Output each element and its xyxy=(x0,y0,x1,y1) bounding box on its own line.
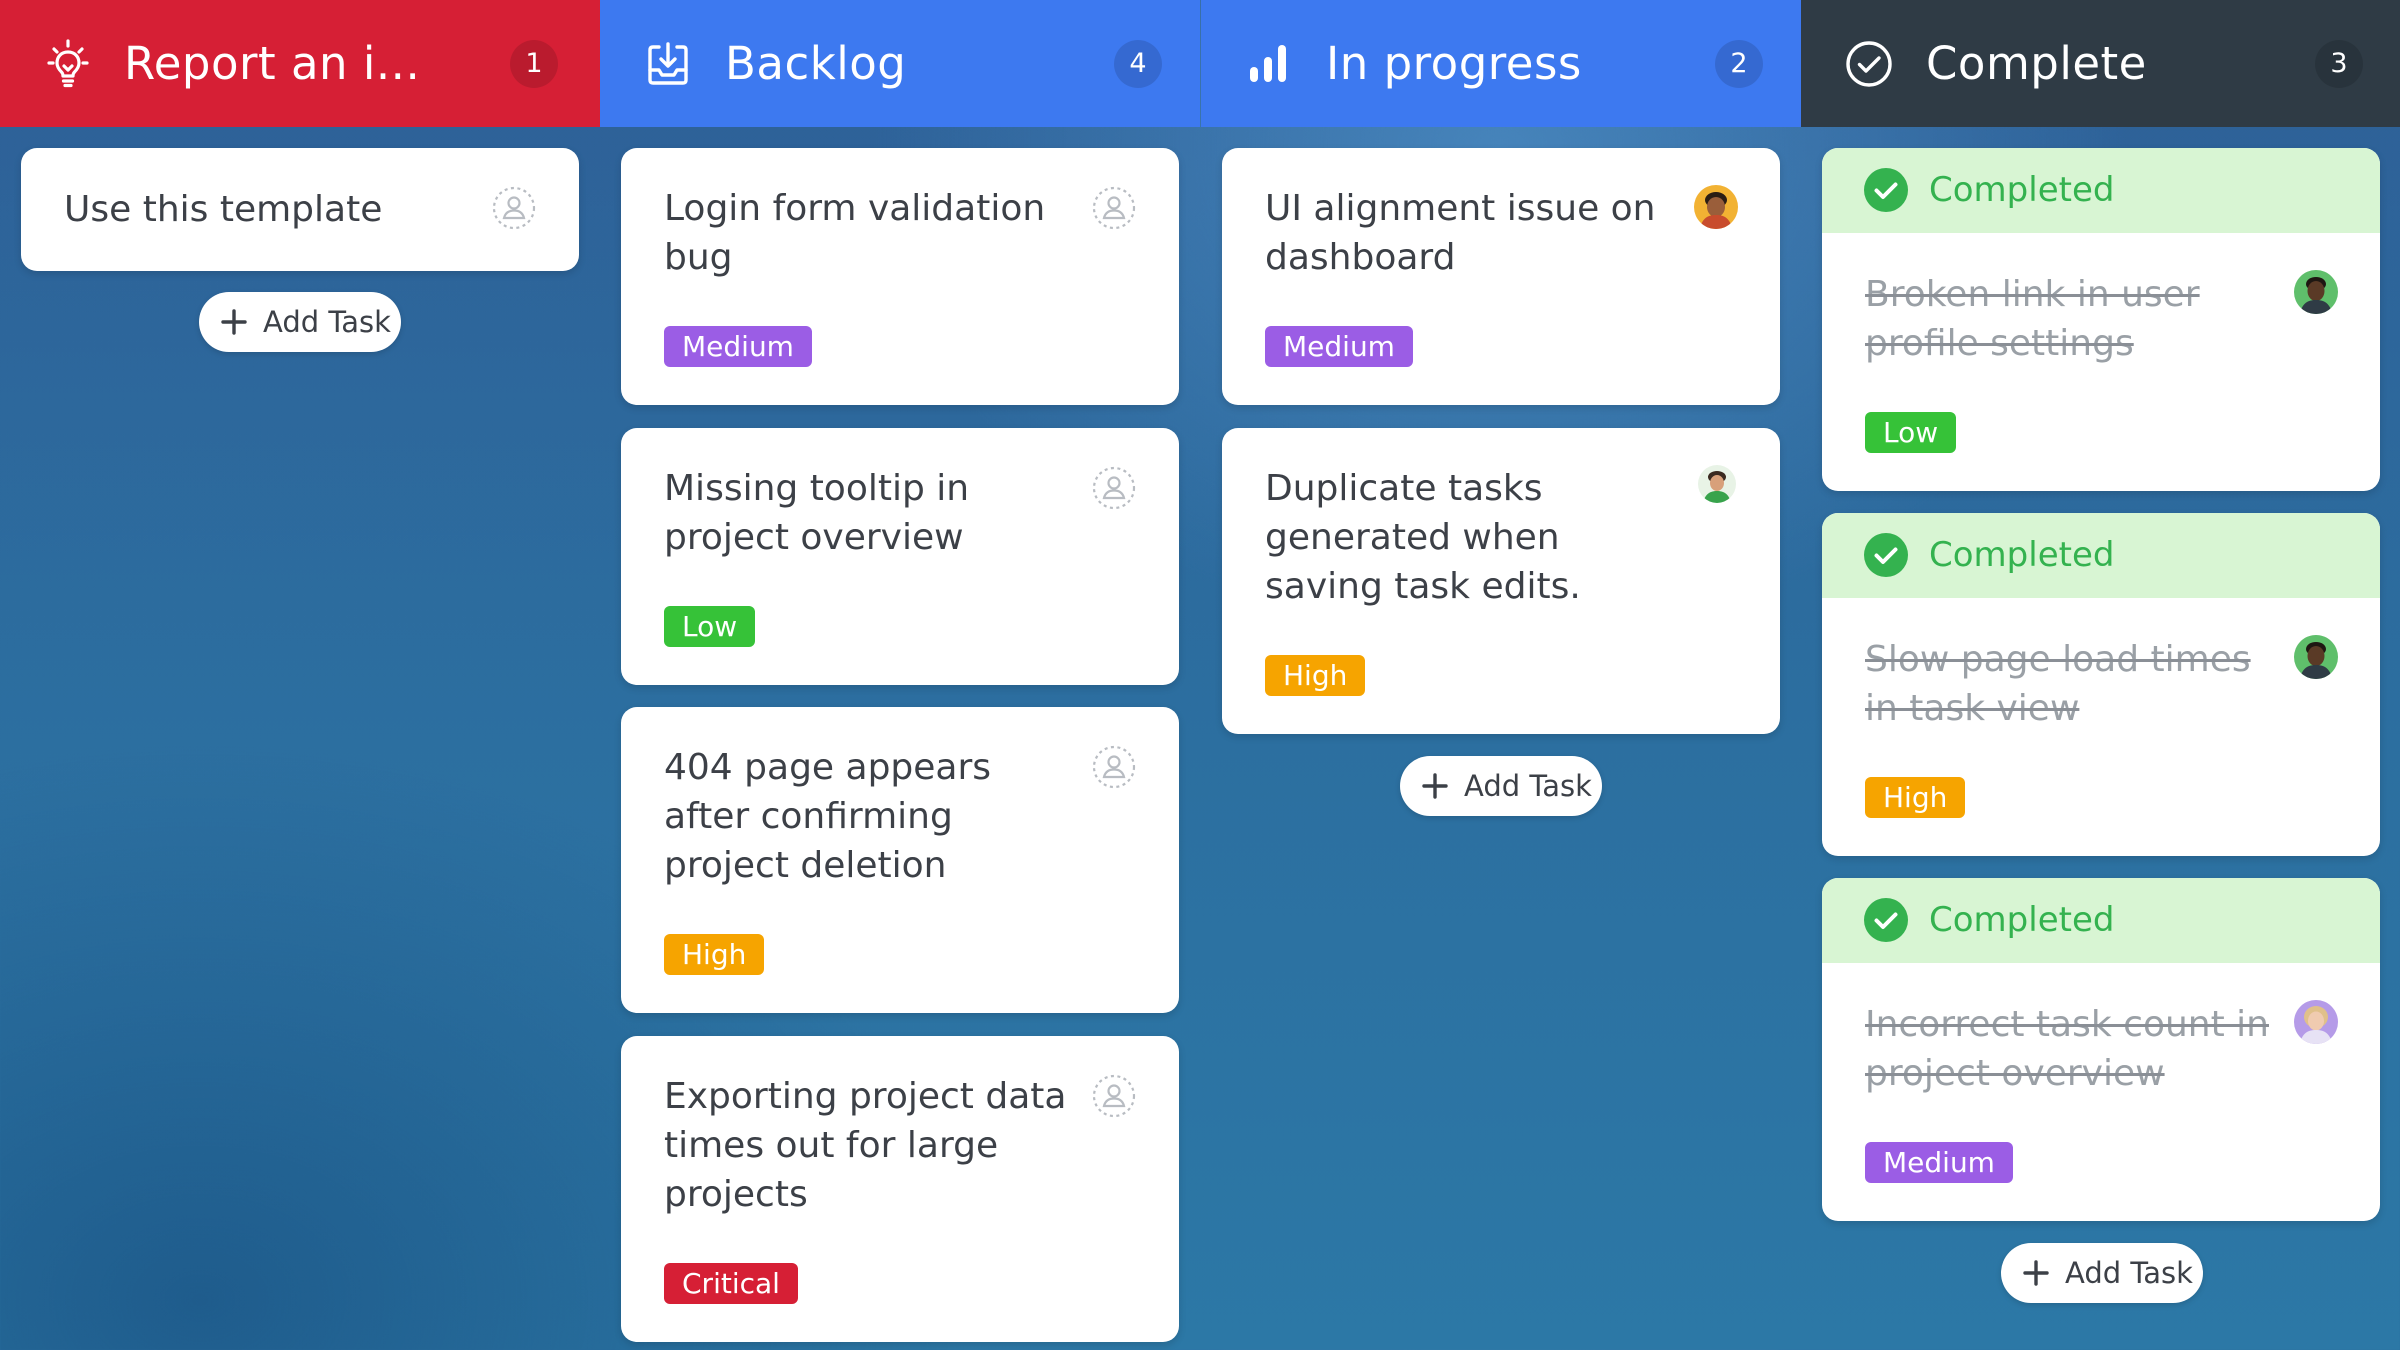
task-card[interactable]: Exporting project data times out for lar… xyxy=(621,1036,1179,1342)
column-task-count: 3 xyxy=(2315,40,2363,88)
task-card[interactable]: Completed Broken link in user profile se… xyxy=(1822,148,2380,491)
task-title: Exporting project data times out for lar… xyxy=(664,1076,1067,1215)
bar-chart-icon xyxy=(1243,38,1295,90)
check-circle-icon xyxy=(1864,168,1908,212)
plus-icon xyxy=(219,307,249,337)
priority-badge: Low xyxy=(1865,412,1957,453)
task-card[interactable]: Missing tooltip in project overview Low xyxy=(621,428,1179,685)
column-header-backlog[interactable]: Backlog 4 xyxy=(600,0,1200,127)
task-title: Missing tooltip in project overview xyxy=(664,468,970,558)
assignee-avatar[interactable] xyxy=(2294,270,2338,314)
check-circle-icon xyxy=(1864,898,1908,942)
check-circle-icon xyxy=(1864,533,1908,577)
task-title: 404 page appears after confirming projec… xyxy=(664,747,992,886)
task-title: Broken link in user profile settings xyxy=(1865,274,2200,364)
add-task-button[interactable]: Add Task xyxy=(2001,1243,2203,1303)
unassigned-user-icon[interactable] xyxy=(1091,744,1137,790)
lightbulb-icon xyxy=(42,38,94,90)
assignee-avatar[interactable] xyxy=(1694,185,1738,229)
add-task-button[interactable]: Add Task xyxy=(199,292,401,352)
task-title: Duplicate tasks generated when saving ta… xyxy=(1265,468,1581,607)
check-circle-icon xyxy=(1843,38,1895,90)
column-title: Complete xyxy=(1926,37,2147,90)
priority-badge: Critical xyxy=(664,1263,798,1304)
task-card[interactable]: Duplicate tasks generated when saving ta… xyxy=(1222,428,1780,734)
task-title: Slow page load times in task view xyxy=(1865,639,2251,729)
column-header-in-progress[interactable]: In progress 2 xyxy=(1201,0,1801,127)
column-title: Report an i... xyxy=(124,37,421,90)
priority-badge: Low xyxy=(664,606,756,647)
task-card[interactable]: 404 page appears after confirming projec… xyxy=(621,707,1179,1013)
plus-icon xyxy=(2021,1258,2051,1288)
kanban-board: Report an i... 1 Use this template Add T… xyxy=(0,0,2400,1350)
assignee-avatar[interactable] xyxy=(2294,1000,2338,1044)
add-task-label: Add Task xyxy=(263,305,391,339)
column-header-report-issue[interactable]: Report an i... 1 xyxy=(0,0,600,127)
add-task-button[interactable]: Add Task xyxy=(1400,756,1602,816)
priority-badge: Medium xyxy=(1865,1142,2013,1183)
column-header-complete[interactable]: Complete 3 xyxy=(1801,0,2400,127)
completed-status: Completed xyxy=(1929,900,2115,940)
column-title: In progress xyxy=(1326,37,1582,90)
completed-status: Completed xyxy=(1929,170,2115,210)
priority-badge: High xyxy=(664,934,765,975)
column-task-count: 2 xyxy=(1715,40,1763,88)
task-card[interactable]: UI alignment issue on dashboard Medium xyxy=(1222,148,1780,405)
completed-status: Completed xyxy=(1929,535,2115,575)
plus-icon xyxy=(1420,771,1450,801)
task-card[interactable]: Use this template xyxy=(21,148,579,271)
column-title: Backlog xyxy=(725,37,907,90)
inbox-download-icon xyxy=(642,38,694,90)
unassigned-user-icon[interactable] xyxy=(1091,465,1137,511)
completed-banner: Completed xyxy=(1822,878,2380,963)
column-task-count: 4 xyxy=(1114,40,1162,88)
task-card[interactable]: Completed Slow page load times in task v… xyxy=(1822,513,2380,856)
unassigned-user-icon[interactable] xyxy=(491,185,537,231)
unassigned-user-icon[interactable] xyxy=(1091,185,1137,231)
add-task-label: Add Task xyxy=(2065,1256,2193,1290)
task-title: Login form validation bug xyxy=(664,188,1046,278)
priority-badge: High xyxy=(1865,777,1966,818)
task-card[interactable]: Completed Incorrect task count in projec… xyxy=(1822,878,2380,1221)
priority-badge: Medium xyxy=(1265,326,1413,367)
task-title: UI alignment issue on dashboard xyxy=(1265,188,1656,278)
assignee-avatar[interactable] xyxy=(1698,465,1736,503)
column-task-count: 1 xyxy=(510,40,558,88)
task-card[interactable]: Login form validation bug Medium xyxy=(621,148,1179,405)
completed-banner: Completed xyxy=(1822,513,2380,598)
add-task-label: Add Task xyxy=(1464,769,1592,803)
priority-badge: Medium xyxy=(664,326,812,367)
unassigned-user-icon[interactable] xyxy=(1091,1073,1137,1119)
priority-badge: High xyxy=(1265,655,1366,696)
completed-banner: Completed xyxy=(1822,148,2380,233)
assignee-avatar[interactable] xyxy=(2294,635,2338,679)
task-title: Use this template xyxy=(64,189,383,230)
task-title: Incorrect task count in project overview xyxy=(1865,1004,2269,1094)
